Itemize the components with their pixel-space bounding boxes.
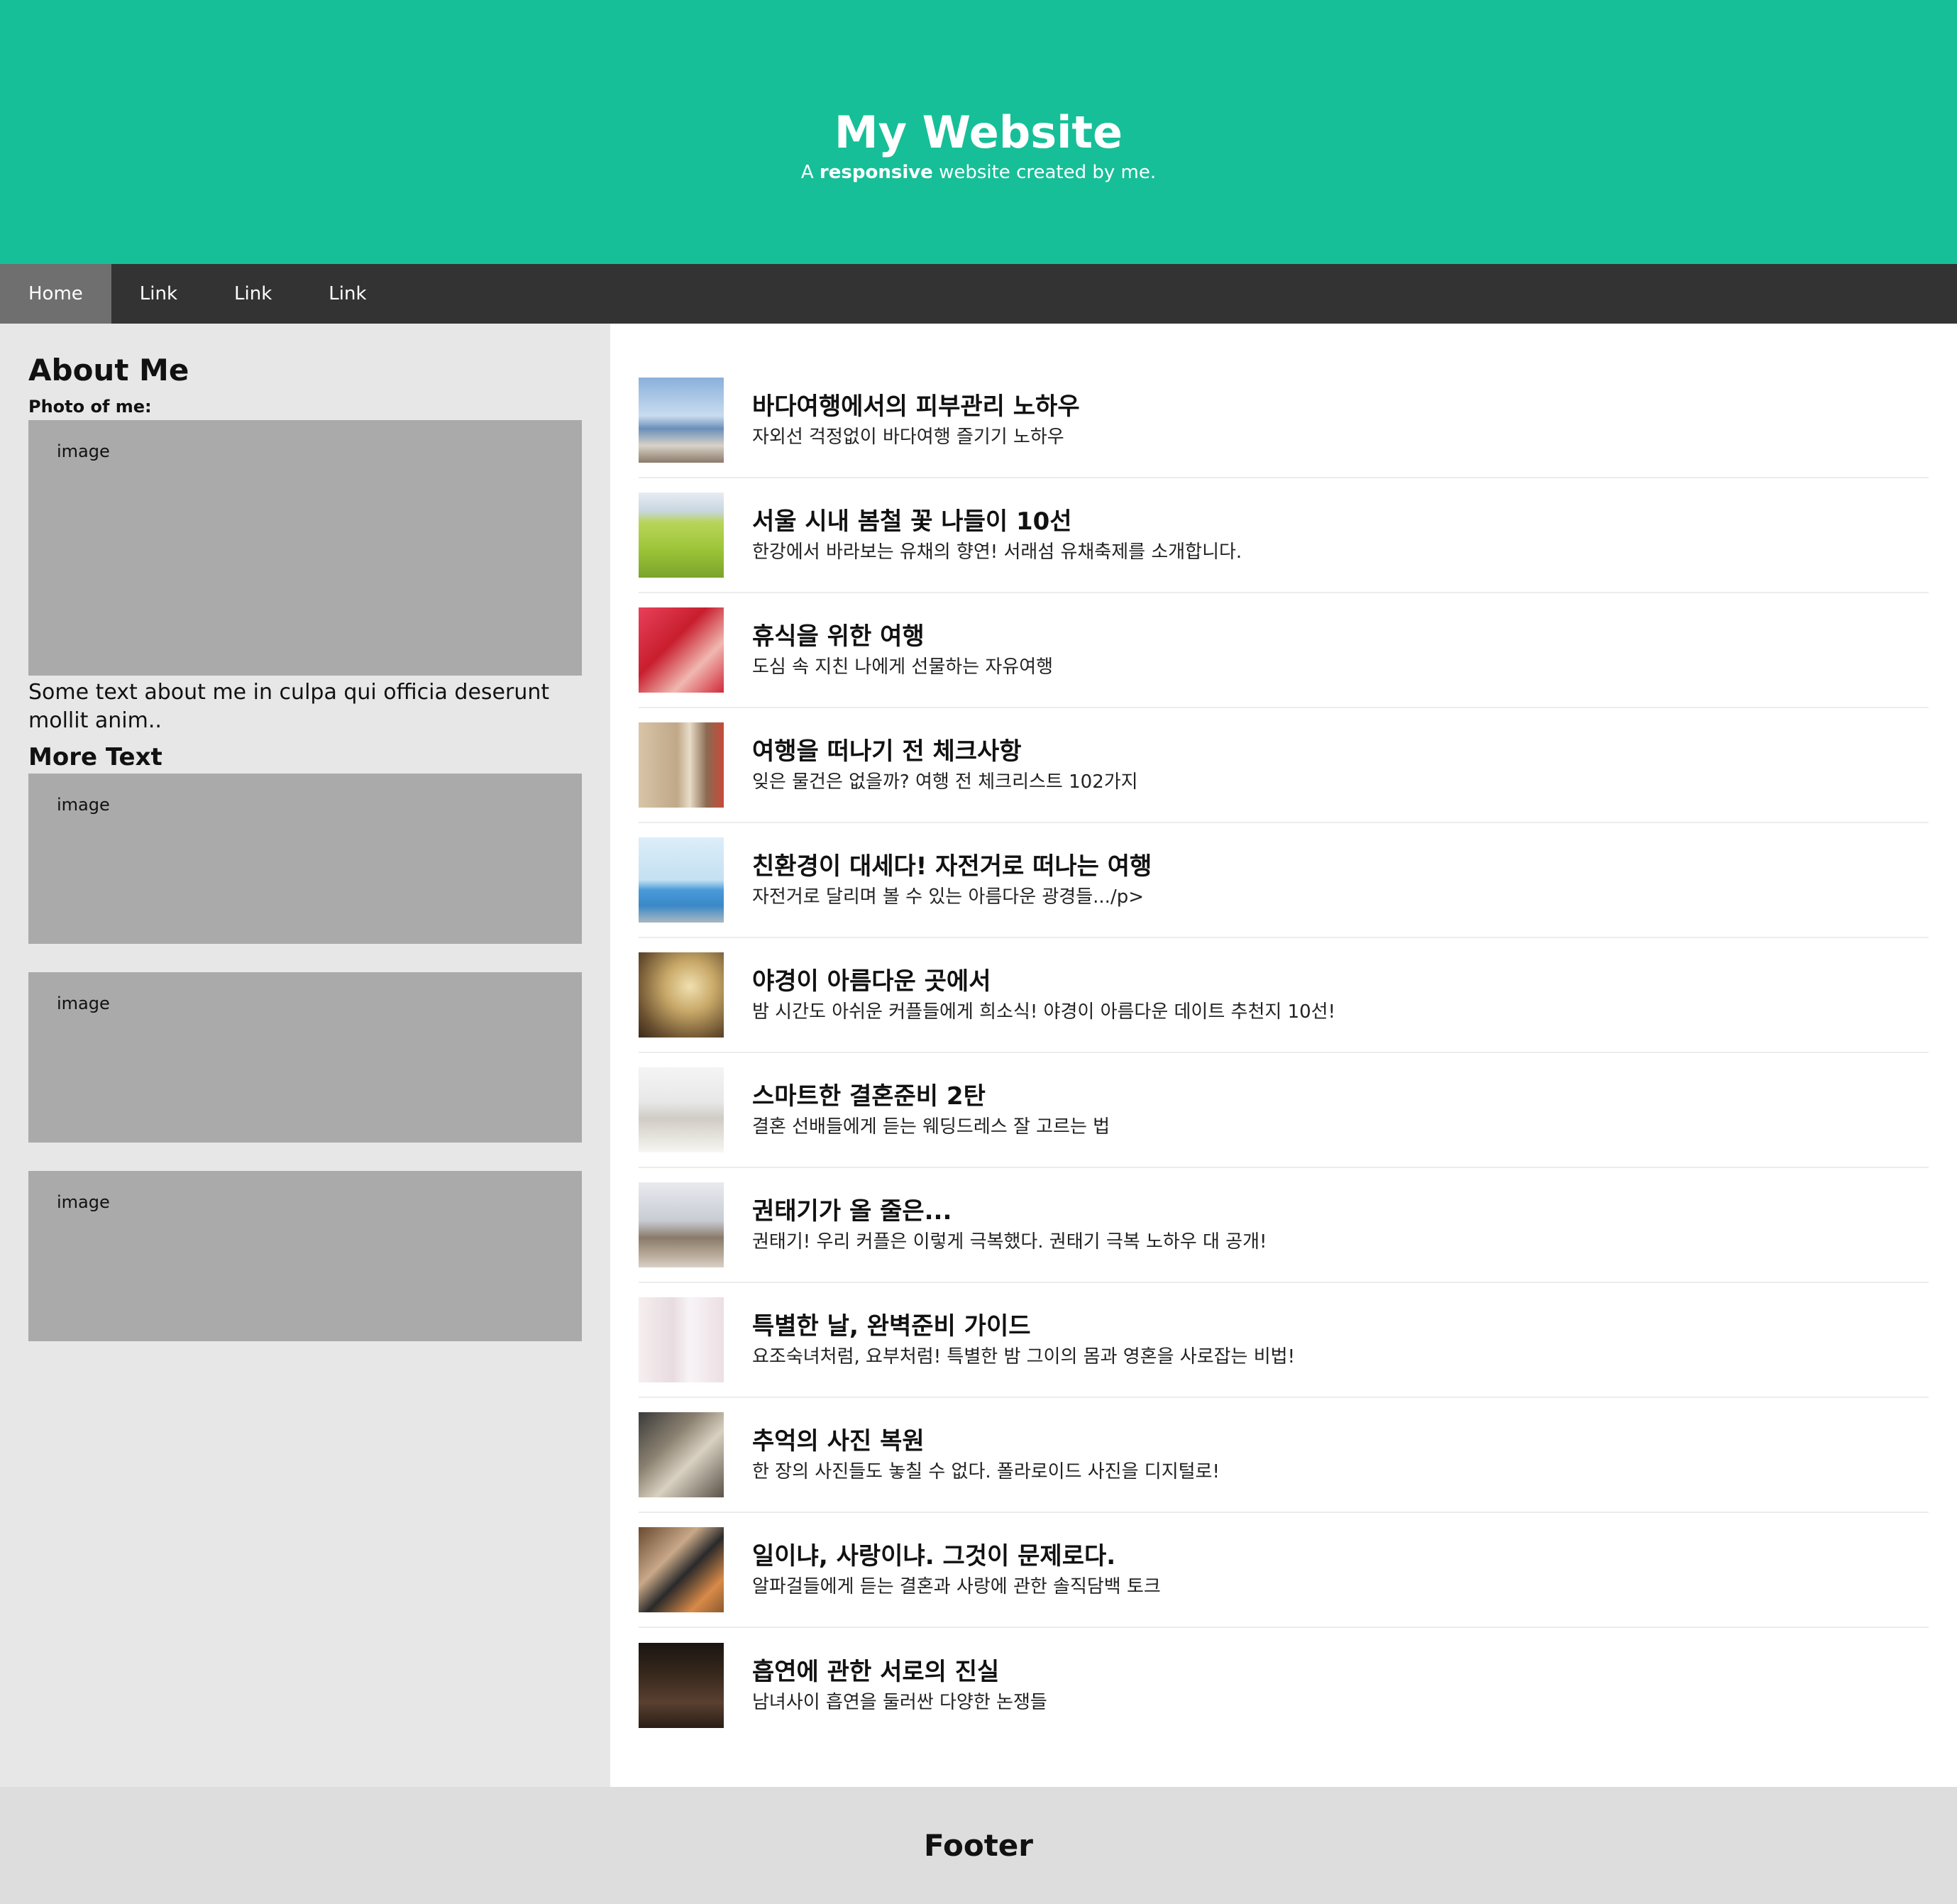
post-title[interactable]: 친환경이 대세다! 자전거로 떠나는 여행 [752, 850, 1152, 883]
post-thumbnail[interactable] [639, 1297, 724, 1382]
more-image-2: image [28, 972, 582, 1143]
about-text: Some text about me in culpa qui officia … [28, 680, 550, 733]
site-title: My Website [834, 106, 1123, 158]
post-description: 잊은 물건은 없을까? 여행 전 체크리스트 102가지 [752, 771, 1138, 793]
post-item[interactable]: 스마트한 결혼준비 2탄결혼 선배들에게 듣는 웨딩드레스 잘 고르는 법 [639, 1053, 1929, 1168]
about-heading: About Me [28, 353, 189, 387]
post-thumbnail[interactable] [639, 1067, 724, 1152]
navbar: Home Link Link Link [0, 264, 1957, 324]
post-item[interactable]: 바다여행에서의 피부관리 노하우자외선 걱정없이 바다여행 즐기기 노하우 [639, 363, 1929, 478]
site-footer: Footer [0, 1787, 1957, 1904]
post-description: 요조숙녀처럼, 요부처럼! 특별한 밤 그이의 몸과 영혼을 사로잡는 비법! [752, 1346, 1295, 1368]
post-thumbnail[interactable] [639, 492, 724, 578]
more-image-3: image [28, 1171, 582, 1341]
nav-link-2[interactable]: Link [206, 264, 300, 324]
post-description: 자외선 걱정없이 바다여행 즐기기 노하우 [752, 427, 1064, 448]
post-item[interactable]: 휴식을 위한 여행도심 속 지친 나에게 선물하는 자유여행 [639, 593, 1929, 708]
post-item[interactable]: 서울 시내 봄철 꽃 나들이 10선한강에서 바라보는 유채의 향연! 서래섬 … [639, 478, 1929, 593]
post-thumbnail[interactable] [639, 1412, 724, 1497]
post-description: 한강에서 바라보는 유채의 향연! 서래섬 유채축제를 소개합니다. [752, 541, 1242, 563]
post-thumbnail[interactable] [639, 722, 724, 808]
content-row: About Me Photo of me: image Some text ab… [0, 324, 1957, 1787]
post-description: 한 장의 사진들도 놓칠 수 없다. 폴라로이드 사진을 디지털로! [752, 1461, 1220, 1482]
post-item[interactable]: 야경이 아름다운 곳에서밤 시간도 아쉬운 커플들에게 희소식! 야경이 아름다… [639, 938, 1929, 1053]
post-title[interactable]: 휴식을 위한 여행 [752, 620, 1053, 653]
post-description: 밤 시간도 아쉬운 커플들에게 희소식! 야경이 아름다운 데이트 추천지 10… [752, 1001, 1335, 1023]
nav-link-1[interactable]: Link [111, 264, 206, 324]
post-thumbnail[interactable] [639, 1182, 724, 1267]
post-thumbnail[interactable] [639, 1643, 724, 1728]
post-description: 도심 속 지친 나에게 선물하는 자유여행 [752, 656, 1054, 678]
nav-link-home[interactable]: Home [0, 264, 111, 324]
post-item[interactable]: 권태기가 올 줄은... 권태기! 우리 커플은 이렇게 극복했다. 권태기 극복… [639, 1168, 1929, 1283]
post-thumbnail[interactable] [639, 378, 724, 463]
post-title[interactable]: 일이냐, 사랑이냐. 그것이 문제로다. [752, 1540, 1161, 1573]
post-list: 바다여행에서의 피부관리 노하우자외선 걱정없이 바다여행 즐기기 노하우 서울… [610, 324, 1957, 1787]
post-title[interactable]: 서울 시내 봄철 꽃 나들이 10선 [752, 505, 1242, 538]
more-text-heading: More Text [28, 743, 162, 771]
post-description: 알파걸들에게 듣는 결혼과 사랑에 관한 솔직담백 토크 [752, 1576, 1161, 1597]
post-item[interactable]: 여행을 떠나기 전 체크사항잊은 물건은 없을까? 여행 전 체크리스트 102… [639, 708, 1929, 823]
site-tagline: A responsive website created by me. [0, 160, 1957, 185]
post-title[interactable]: 스마트한 결혼준비 2탄 [752, 1080, 1110, 1113]
post-item[interactable]: 친환경이 대세다! 자전거로 떠나는 여행자전거로 달리며 볼 수 있는 아름다… [639, 823, 1929, 938]
site-header: My Website A responsive website created … [0, 0, 1957, 264]
sidebar: About Me Photo of me: image Some text ab… [0, 324, 610, 1787]
footer-text: Footer [924, 1828, 1033, 1863]
post-thumbnail[interactable] [639, 952, 724, 1038]
more-image-1: image [28, 774, 582, 944]
post-title[interactable]: 여행을 떠나기 전 체크사항 [752, 735, 1138, 768]
tagline-suffix: website created by me. [932, 162, 1157, 183]
post-title[interactable]: 바다여행에서의 피부관리 노하우 [752, 390, 1080, 423]
post-item[interactable]: 흡연에 관한 서로의 진실남녀사이 흡연을 둘러싼 다양한 논쟁들 [639, 1628, 1929, 1743]
more-image-label: image [57, 994, 110, 1013]
post-description: 결혼 선배들에게 듣는 웨딩드레스 잘 고르는 법 [752, 1116, 1110, 1138]
tagline-bold: responsive [819, 162, 933, 183]
photo-placeholder: image [28, 420, 582, 676]
post-thumbnail[interactable] [639, 837, 724, 923]
more-image-label: image [57, 795, 110, 815]
post-item[interactable]: 일이냐, 사랑이냐. 그것이 문제로다. 알파걸들에게 듣는 결혼과 사랑에 관한… [639, 1513, 1929, 1628]
post-item[interactable]: 추억의 사진 복원한 장의 사진들도 놓칠 수 없다. 폴라로이드 사진을 디지… [639, 1398, 1929, 1513]
post-title[interactable]: 특별한 날, 완벽준비 가이드 [752, 1310, 1295, 1343]
post-item[interactable]: 특별한 날, 완벽준비 가이드요조숙녀처럼, 요부처럼! 특별한 밤 그이의 몸… [639, 1283, 1929, 1398]
post-title[interactable]: 권태기가 올 줄은... [752, 1195, 1267, 1228]
post-thumbnail[interactable] [639, 1527, 724, 1612]
more-image-label: image [57, 1192, 110, 1212]
post-description: 남녀사이 흡연을 둘러싼 다양한 논쟁들 [752, 1692, 1047, 1713]
tagline-prefix: A [800, 162, 820, 183]
post-title[interactable]: 야경이 아름다운 곳에서 [752, 965, 1335, 998]
post-title[interactable]: 흡연에 관한 서로의 진실 [752, 1656, 1047, 1688]
photo-label: Photo of me: [28, 397, 152, 417]
post-thumbnail[interactable] [639, 607, 724, 693]
post-title[interactable]: 추억의 사진 복원 [752, 1425, 1220, 1458]
post-description: 자전거로 달리며 볼 수 있는 아름다운 광경들.../p> [752, 886, 1144, 908]
photo-placeholder-label: image [57, 441, 110, 461]
nav-link-3[interactable]: Link [300, 264, 395, 324]
post-description: 권태기! 우리 커플은 이렇게 극복했다. 권태기 극복 노하우 대 공개! [752, 1231, 1267, 1253]
